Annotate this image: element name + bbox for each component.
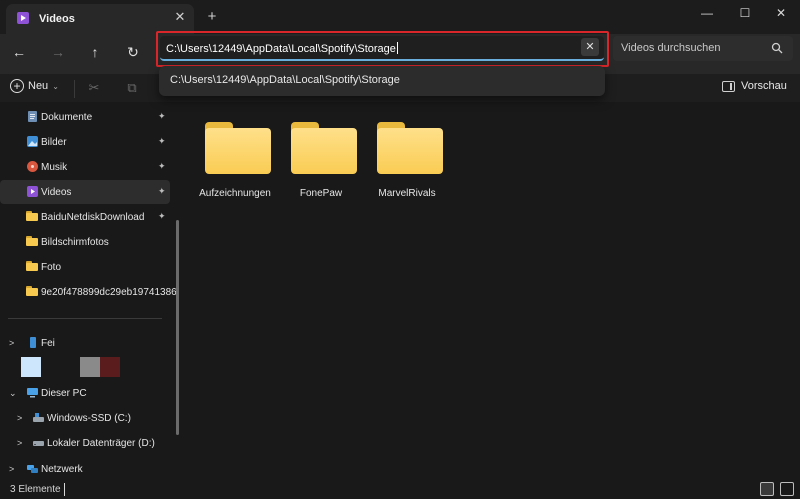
- folder-name: Aufzeichnungen: [199, 188, 271, 199]
- chevron-down-icon: ⌄: [52, 81, 59, 91]
- status-divider: [64, 483, 65, 496]
- sidebar-item-label: BaiduNetdiskDownload: [41, 212, 145, 223]
- status-bar: 3 Elemente: [0, 480, 800, 499]
- sidebar-scrollbar[interactable]: [176, 220, 179, 435]
- folder-icon: [26, 236, 38, 246]
- maximize-icon[interactable]: ☐: [730, 2, 760, 24]
- sidebar-item-label: Bildschirmfotos: [41, 237, 109, 248]
- address-suggestion-item[interactable]: C:\Users\12449\AppData\Local\Spotify\Sto…: [170, 74, 400, 86]
- folder-tile-fonepaw[interactable]: FonePaw: [281, 118, 361, 208]
- tab-videos[interactable]: Videos ✕: [6, 4, 194, 34]
- sidebar-item-label: 9e20f478899dc29eb19741386: [41, 287, 177, 298]
- preview-button[interactable]: Vorschau: [722, 80, 787, 98]
- pin-icon[interactable]: ✦: [158, 136, 166, 147]
- chevron-right-icon[interactable]: >: [9, 338, 14, 348]
- documents-icon: [28, 111, 37, 122]
- up-icon[interactable]: ↑: [81, 38, 109, 66]
- sidebar-item-drive-c[interactable]: > Windows-SSD (C:): [0, 406, 170, 430]
- pin-icon[interactable]: ✦: [158, 161, 166, 172]
- close-window-icon[interactable]: ✕: [766, 2, 796, 24]
- sidebar-item-label: Fei: [41, 338, 55, 349]
- sidebar-item-label: Lokaler Datenträger (D:): [47, 438, 155, 449]
- preview-pane-icon: [722, 80, 735, 92]
- sidebar-item-bildschirmfotos[interactable]: Bildschirmfotos: [0, 230, 170, 254]
- pin-icon[interactable]: ✦: [158, 111, 166, 122]
- folder-content-area: Aufzeichnungen FonePaw MarvelRivals: [185, 102, 800, 480]
- videos-icon: [17, 12, 29, 24]
- address-highlight: [156, 31, 609, 67]
- folder-tile-aufzeichnungen[interactable]: Aufzeichnungen: [195, 118, 275, 208]
- new-button-label: Neu: [28, 80, 49, 92]
- pin-icon[interactable]: ✦: [158, 186, 166, 197]
- music-icon: [27, 161, 38, 172]
- sidebar-item-bilder[interactable]: Bilder ✦: [0, 130, 170, 154]
- sidebar-item-label: Windows-SSD (C:): [47, 413, 131, 424]
- network-icon: [27, 465, 38, 473]
- sidebar-item-videos[interactable]: Videos ✦: [0, 180, 170, 204]
- drive-icon: [33, 441, 44, 446]
- address-suggestion-dropdown: C:\Users\12449\AppData\Local\Spotify\Sto…: [159, 66, 605, 96]
- folder-icon: [291, 122, 357, 174]
- search-icon[interactable]: [771, 42, 783, 54]
- chevron-down-icon[interactable]: ⌄: [9, 388, 17, 399]
- sidebar-item-label: Videos: [41, 187, 72, 198]
- close-tab-icon[interactable]: ✕: [172, 9, 188, 25]
- minimize-icon[interactable]: —: [692, 2, 722, 24]
- chevron-right-icon[interactable]: >: [9, 464, 14, 474]
- folder-icon: [205, 122, 271, 174]
- sidebar-item-label: Foto: [41, 262, 62, 273]
- folder-name: FonePaw: [299, 188, 343, 199]
- sidebar-item-label: Musik: [41, 162, 68, 173]
- sidebar-item-this-pc[interactable]: ⌄ Dieser PC: [0, 381, 170, 405]
- new-tab-icon[interactable]: +: [203, 8, 221, 26]
- videos-icon: [27, 186, 38, 197]
- device-thumbnail[interactable]: [21, 357, 41, 377]
- folder-name: MarvelRivals: [378, 188, 436, 199]
- device-thumbnail[interactable]: [100, 357, 120, 377]
- pin-icon[interactable]: ✦: [158, 211, 166, 222]
- folder-icon: [377, 122, 443, 174]
- folder-icon: [26, 261, 38, 271]
- sidebar-item-network[interactable]: > Netzwerk: [0, 457, 170, 480]
- sidebar-item-label: Bilder: [41, 137, 67, 148]
- drive-c-icon: [33, 413, 44, 422]
- sidebar-item-foto[interactable]: Foto: [0, 255, 170, 279]
- folder-icon: [26, 211, 38, 221]
- chevron-right-icon[interactable]: >: [17, 413, 22, 423]
- sidebar-item-hash-folder[interactable]: 9e20f478899dc29eb19741386: [0, 280, 177, 304]
- preview-label: Vorschau: [741, 80, 787, 93]
- folder-icon: [26, 286, 38, 296]
- tab-title: Videos: [39, 13, 75, 25]
- folder-tile-marvelrivals[interactable]: MarvelRivals: [367, 118, 447, 208]
- details-view-icon[interactable]: [760, 482, 774, 496]
- search-input[interactable]: Videos durchsuchen: [613, 36, 793, 61]
- cut-icon[interactable]: ✂: [86, 80, 102, 96]
- forward-icon[interactable]: →: [44, 38, 72, 66]
- sidebar-item-fei[interactable]: > Fei: [0, 331, 170, 355]
- item-count: 3 Elemente: [10, 484, 61, 495]
- new-button[interactable]: + Neu ⌄: [10, 79, 59, 97]
- sidebar-divider: [8, 318, 162, 319]
- copy-icon[interactable]: ⧉: [124, 80, 140, 96]
- title-bar: Videos ✕ + — ☐ ✕: [0, 0, 800, 34]
- sidebar-item-baidunetdiskdownload[interactable]: BaiduNetdiskDownload ✦: [0, 205, 170, 229]
- sidebar-item-musik[interactable]: Musik ✦: [0, 155, 170, 179]
- chevron-right-icon[interactable]: >: [17, 438, 22, 448]
- sidebar-item-dokumente[interactable]: Dokumente ✦: [0, 105, 170, 129]
- device-thumbnail[interactable]: [80, 357, 100, 377]
- phone-icon: [30, 337, 36, 348]
- navigation-pane: Dokumente ✦ Bilder ✦ Musik ✦ Videos ✦ Ba…: [0, 102, 184, 480]
- refresh-icon[interactable]: ↻: [119, 38, 147, 66]
- tiles-view-icon[interactable]: [780, 482, 794, 496]
- toolbar-divider: [74, 80, 75, 98]
- computer-icon: [27, 388, 38, 398]
- sidebar-item-label: Dieser PC: [41, 388, 87, 399]
- pictures-icon: [27, 136, 38, 147]
- search-placeholder: Videos durchsuchen: [621, 42, 721, 54]
- back-icon[interactable]: ←: [5, 38, 33, 66]
- sidebar-item-label: Netzwerk: [41, 464, 83, 475]
- sidebar-item-label: Dokumente: [41, 112, 93, 123]
- sidebar-item-drive-d[interactable]: > Lokaler Datenträger (D:): [0, 431, 170, 455]
- plus-icon: +: [10, 79, 24, 93]
